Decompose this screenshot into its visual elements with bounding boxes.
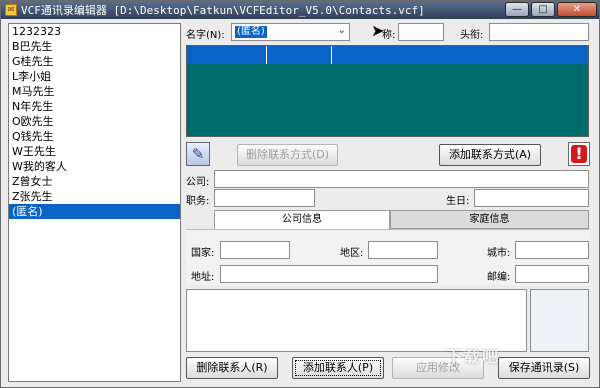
minimize-button[interactable]: —	[505, 2, 529, 17]
title-field[interactable]	[489, 23, 589, 41]
add-method-button[interactable]: 添加联系方式(A)	[439, 144, 541, 166]
wrench-screwdriver-icon[interactable]: ✎	[186, 142, 210, 166]
photo-box[interactable]	[530, 289, 589, 352]
position-label: 职务:	[186, 196, 210, 207]
company-field[interactable]	[214, 170, 589, 188]
contact-list-item[interactable]: L李小姐	[9, 69, 180, 84]
vcf-app-icon: ✉	[5, 4, 17, 16]
window-controls: — □ ✕	[505, 2, 597, 17]
app-window: ✉ VCF通讯录编辑器 [D:\Desktop\Fatkun\VCFEditor…	[0, 0, 600, 388]
grid-col-value[interactable]	[332, 46, 588, 64]
contact-list-item[interactable]: O欧先生	[9, 114, 180, 129]
chevron-down-icon: ⌄	[337, 25, 346, 36]
postcode-label: 邮编:	[487, 272, 511, 283]
birthday-label: 生日:	[446, 196, 470, 207]
region-field[interactable]	[368, 241, 438, 259]
contact-list-item[interactable]: 1232323	[9, 24, 180, 39]
contact-list[interactable]: 1232323 B巴先生 G桂先生 L李小姐 M马先生 N年先生 O欧先生 Q钱先生 W王先生 W…	[8, 23, 181, 382]
title-bar[interactable]: ✉ VCF通讯录编辑器 [D:\Desktop\Fatkun\VCFEditor…	[1, 1, 599, 19]
street-label: 地址:	[191, 272, 215, 283]
region-label: 地区:	[340, 248, 364, 259]
contact-list-item[interactable]: W我的客人	[9, 159, 180, 174]
watermark: 下载吧	[446, 347, 501, 366]
info-tabs: 公司信息 家庭信息	[214, 210, 589, 229]
delete-method-button[interactable]: 删除联系方式(D)	[237, 144, 338, 166]
contact-list-item[interactable]: Z张先生	[9, 189, 180, 204]
name-select-value: (匿名)	[235, 26, 267, 38]
position-field[interactable]	[214, 189, 315, 207]
grid-header	[187, 46, 588, 64]
name-select[interactable]: (匿名) ⌄	[231, 23, 350, 41]
contact-methods-grid[interactable]	[186, 45, 589, 137]
grid-col-label[interactable]	[267, 46, 332, 64]
nickname-field[interactable]	[398, 23, 444, 41]
window-title: VCF通讯录编辑器 [D:\Desktop\Fatkun\VCFEditor_V…	[21, 4, 425, 17]
contact-list-item[interactable]: Z曾女士	[9, 174, 180, 189]
maximize-button[interactable]: □	[531, 2, 555, 17]
tab-company-info[interactable]: 公司信息	[214, 210, 390, 229]
city-field[interactable]	[515, 241, 589, 259]
contact-list-item[interactable]: N年先生	[9, 99, 180, 114]
city-label: 城市:	[487, 248, 511, 259]
contact-list-item[interactable]: (匿名)	[9, 204, 180, 219]
add-contact-button[interactable]: 添加联系人(P)	[292, 357, 384, 379]
contact-list-item[interactable]: B巴先生	[9, 39, 180, 54]
contact-list-item[interactable]: W王先生	[9, 144, 180, 159]
contact-list-item[interactable]: G桂先生	[9, 54, 180, 69]
country-field[interactable]	[220, 241, 290, 259]
delete-contact-button[interactable]: 删除联系人(R)	[186, 357, 278, 379]
country-label: 国家:	[191, 248, 215, 259]
company-label: 公司:	[186, 177, 210, 188]
contact-list-item[interactable]: Q钱先生	[9, 129, 180, 144]
postcode-field[interactable]	[515, 265, 589, 283]
name-label: 名字(N):	[186, 30, 225, 41]
title-label: 头衔:	[460, 30, 484, 41]
close-button[interactable]: ✕	[557, 2, 597, 17]
tab-home-info[interactable]: 家庭信息	[390, 210, 589, 229]
save-contacts-button[interactable]: 保存通讯录(S)	[498, 357, 590, 379]
birthday-field[interactable]	[474, 189, 589, 207]
mouse-cursor-icon: ➤	[371, 21, 385, 40]
grid-col-type[interactable]	[187, 46, 267, 64]
street-field[interactable]	[220, 265, 438, 283]
contact-list-item[interactable]: M马先生	[9, 84, 180, 99]
exclamation-icon[interactable]: !	[568, 142, 590, 166]
